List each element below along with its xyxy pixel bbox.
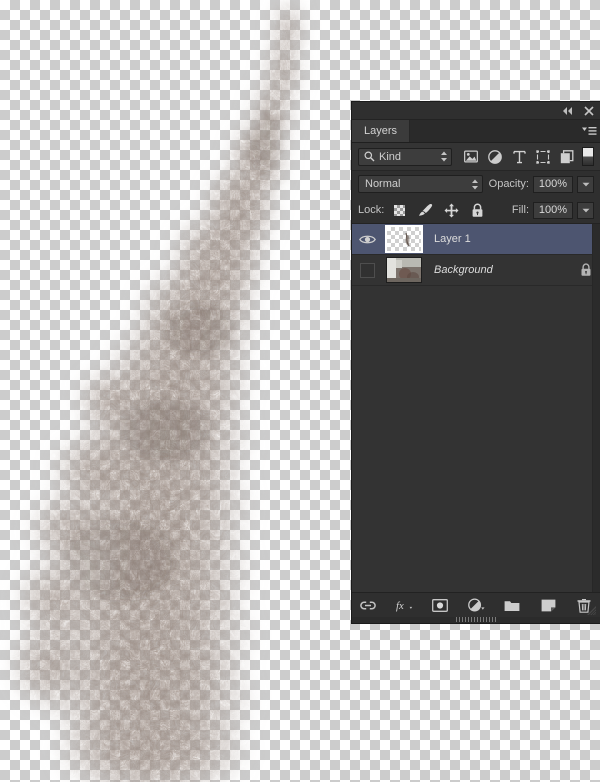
filter-shape-glyph <box>536 149 550 164</box>
search-glyph <box>364 151 375 162</box>
fill-dropdown-arrow[interactable] <box>577 201 594 219</box>
panel-menu-icon[interactable] <box>578 120 600 142</box>
panel-titlebar <box>352 102 600 120</box>
lock-label: Lock: <box>358 204 385 216</box>
filter-type-glyph <box>512 150 526 163</box>
filter-pixel-icon[interactable] <box>464 150 478 164</box>
adjustment-circle-glyph <box>467 598 485 612</box>
double-chevron-left-icon[interactable] <box>562 106 574 116</box>
chevron-down-icon <box>582 182 589 186</box>
blend-mode-dropdown[interactable]: Normal <box>358 175 483 193</box>
filter-enable-toggle[interactable] <box>582 147 594 166</box>
lock-icon-group[interactable] <box>392 203 485 218</box>
blend-mode-value: Normal <box>365 178 401 190</box>
filter-smartobject-glyph <box>560 149 574 163</box>
padlock-glyph <box>472 203 483 217</box>
layer-thumbnail[interactable] <box>385 225 423 253</box>
layer-style-fx-icon[interactable]: fx <box>396 597 413 614</box>
layer-row[interactable]: Background <box>352 255 600 286</box>
padlock-icon <box>581 263 591 276</box>
new-layer-glyph <box>541 599 555 611</box>
eye-icon <box>358 235 376 243</box>
lock-transparency-icon[interactable] <box>392 203 407 218</box>
link-layers-icon[interactable] <box>360 597 377 614</box>
opacity-dropdown-arrow[interactable] <box>577 175 594 193</box>
filter-adjustment-icon[interactable] <box>488 149 502 164</box>
layers-panel[interactable]: Layers Kind Normal Opacity: 100% Lock: F… <box>352 102 600 623</box>
panel-menu-glyph <box>581 126 596 135</box>
filter-kind-stepper[interactable] <box>437 151 451 162</box>
fill-label: Fill: <box>511 204 529 216</box>
move-arrows-glyph <box>444 203 459 217</box>
layer-visibility-toggle[interactable] <box>352 262 382 278</box>
new-layer-icon[interactable] <box>540 597 557 614</box>
opacity-input[interactable]: 100% <box>533 175 573 193</box>
layer-filter-row[interactable]: Kind <box>352 143 600 171</box>
layer-name[interactable]: Layer 1 <box>426 233 572 245</box>
panel-footer <box>352 617 600 623</box>
search-icon <box>359 151 377 162</box>
layer-thumbnail[interactable] <box>386 257 422 283</box>
close-glyph <box>584 105 594 116</box>
fill-input[interactable]: 100% <box>533 201 573 219</box>
tab-layers-label: Layers <box>364 125 398 137</box>
filter-type-icon[interactable] <box>512 150 526 164</box>
filter-kind-dropdown[interactable]: Kind <box>358 147 452 166</box>
layer-thumbnail-wrap[interactable] <box>382 257 426 283</box>
layer-thumbnail-wrap[interactable] <box>382 225 426 253</box>
filter-shape-icon[interactable] <box>536 149 550 164</box>
blend-mode-stepper[interactable] <box>468 179 482 190</box>
filter-smartobject-icon[interactable] <box>560 149 574 164</box>
lock-row[interactable]: Lock: Fill: 100% <box>352 197 600 224</box>
eye-off-icon <box>359 262 375 278</box>
thumbnail-content-glyph <box>405 232 410 247</box>
document-canvas[interactable]: Layers Kind Normal Opacity: 100% Lock: F… <box>0 0 600 782</box>
opacity-field-group[interactable]: Opacity: 100% <box>488 175 594 193</box>
blend-mode-row[interactable]: Normal Opacity: 100% <box>352 171 600 197</box>
lock-all-icon[interactable] <box>470 203 485 218</box>
add-layer-mask-icon[interactable] <box>432 597 449 614</box>
svg-text:fx: fx <box>396 601 404 612</box>
background-photo-thumb <box>387 258 421 282</box>
folder-glyph <box>504 600 520 611</box>
layers-list[interactable]: Layer 1 Background <box>352 224 600 592</box>
filter-type-icons[interactable] <box>464 149 574 164</box>
panel-tab-strip[interactable]: Layers <box>352 120 600 143</box>
brush-glyph <box>419 204 433 216</box>
panel-resize-handle[interactable] <box>456 617 496 622</box>
lock-image-pixels-icon[interactable] <box>418 203 433 218</box>
collapse-to-icons-glyph <box>563 106 572 115</box>
filter-adjustment-glyph <box>488 149 502 164</box>
stepper-arrows-glyph <box>441 151 447 162</box>
filter-pixel-glyph <box>464 150 478 163</box>
tab-layers[interactable]: Layers <box>352 120 411 142</box>
opacity-label: Opacity: <box>488 178 529 190</box>
resize-grip-glyph <box>587 606 597 616</box>
panel-resize-grip-icon[interactable] <box>585 605 597 616</box>
layer-visibility-toggle[interactable] <box>352 234 382 245</box>
tab-strip-spacer <box>410 120 578 142</box>
lock-transparency-glyph <box>394 204 406 216</box>
new-group-icon[interactable] <box>504 597 521 614</box>
lock-position-icon[interactable] <box>444 203 459 218</box>
filter-kind-label: Kind <box>379 150 402 163</box>
fill-field-group[interactable]: Fill: 100% <box>511 201 594 219</box>
link-glyph <box>360 600 376 610</box>
new-adjustment-layer-icon[interactable] <box>467 597 485 614</box>
layer-name[interactable]: Background <box>426 264 572 276</box>
layer-mask-glyph <box>432 598 448 612</box>
panel-right-edge <box>592 224 600 592</box>
layer-row[interactable]: Layer 1 <box>352 224 600 255</box>
dust-smoke-brush-artwork <box>0 0 360 782</box>
fx-glyph: fx <box>396 601 412 612</box>
layers-bottom-toolbar[interactable]: fx <box>352 592 600 617</box>
stepper-arrows-glyph <box>471 179 478 189</box>
close-icon[interactable] <box>584 105 594 116</box>
chevron-down-icon <box>582 208 589 212</box>
